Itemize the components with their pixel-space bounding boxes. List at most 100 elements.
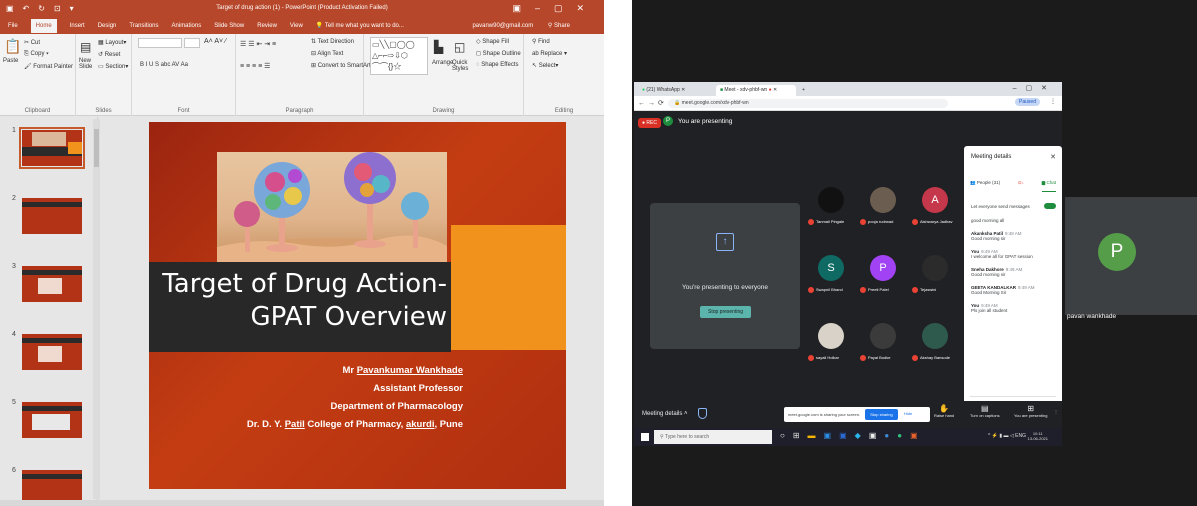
stop-presenting-button[interactable]: Stop presenting [700, 306, 751, 318]
slide-thumbnail-3[interactable] [22, 266, 82, 302]
current-slide[interactable]: Target of Drug Action- GPAT Overview Mr … [149, 122, 566, 489]
meet-icon: ■ [720, 87, 724, 93]
copy-button[interactable]: ⎘ Copy ▾ [24, 51, 49, 58]
quick-styles-icon[interactable]: ◱ [454, 40, 465, 54]
tab-insert[interactable]: Insert [70, 23, 85, 29]
font-size-select[interactable] [184, 38, 200, 48]
captions-button[interactable]: ▤ Turn on captions [970, 404, 1000, 418]
align-text-button[interactable]: ⊟ Align Text [311, 50, 343, 57]
smartart-button[interactable]: ⊞ Convert to SmartArt [311, 62, 371, 69]
quick-styles-button[interactable]: Quick Styles [452, 60, 474, 72]
meeting-details-panel: Meeting details ✕ 👥 People (31) ⊙↓ ▆ Cha… [964, 146, 1062, 416]
tab-transitions[interactable]: Transitions [129, 23, 158, 29]
tell-me-box[interactable]: 💡 Tell me what you want to do... [316, 22, 417, 29]
layout-button[interactable]: ▦ Layout▾ [98, 39, 126, 46]
stop-sharing-button[interactable]: Stop sharing [865, 409, 898, 420]
tab-slide-show[interactable]: Slide Show [214, 23, 244, 29]
arrange-icon[interactable]: ▙ [434, 40, 443, 54]
tab-view[interactable]: View [290, 23, 303, 29]
shield-icon[interactable] [698, 408, 707, 419]
participant-tile[interactable]: Tejaswini [912, 241, 958, 303]
new-tab-button[interactable]: + [798, 85, 809, 96]
activities-icon[interactable]: ⊙↓ [1018, 180, 1024, 192]
panel-tabs: 👥 People (31) ⊙↓ ▆ Chat [970, 180, 1056, 192]
font-name-select[interactable] [138, 38, 182, 48]
tab-review[interactable]: Review [257, 23, 277, 29]
presentation-tile: ↑ You're presenting to everyone Stop pre… [650, 203, 800, 349]
new-slide-button[interactable]: New Slide [79, 58, 95, 70]
participant-tile[interactable]: Payal Bodke [860, 309, 906, 371]
address-bar: ←→⟳ 🔒 meet.google.com/xdv-phbf-wn Paused… [634, 96, 1062, 111]
close-icon[interactable]: ✕ [1050, 153, 1056, 161]
slide-thumbnail-5[interactable] [22, 402, 82, 438]
slides-group: ▤ New Slide ▦ Layout▾ ↺ Reset ▭ Section▾… [76, 34, 132, 116]
panel-title: Meeting details [971, 154, 1012, 160]
participant-tile[interactable]: sayali Holkar [808, 309, 854, 371]
tab-file[interactable]: File [8, 23, 18, 29]
account-area[interactable]: pavanw90@gmail.com ⚲ Share [472, 22, 583, 29]
slide-thumbnail-1[interactable] [19, 127, 85, 169]
slide-title[interactable]: Target of Drug Action- GPAT Overview [149, 268, 447, 334]
present-icon: ⊞ [1027, 404, 1035, 413]
participant-tile[interactable]: Akshay Bansode [912, 309, 958, 371]
chat-permission-toggle[interactable] [1044, 203, 1056, 209]
tab-meet[interactable]: ■ Meet - xdv-phbf-wn ● ✕ [716, 85, 796, 96]
taskbar-clock[interactable]: 10:11 13-06-2021 [1028, 431, 1048, 441]
mic-off-icon [912, 355, 918, 361]
find-button[interactable]: ⚲ Find [532, 38, 550, 45]
shapes-gallery[interactable]: ▭╲╲▢◯◯ △⌐⌐⇨⇩⬡ ⌒⌒{}☆ [370, 37, 428, 75]
paste-button[interactable]: Paste [3, 58, 18, 64]
select-button[interactable]: ↖ Select▾ [532, 62, 558, 69]
reset-button[interactable]: ↺ Reset [98, 51, 120, 58]
nav-buttons[interactable]: ←→⟳ [638, 99, 667, 107]
tab-design[interactable]: Design [98, 23, 117, 29]
participant-name: Swapnil Bhand [808, 287, 860, 293]
participant-tile[interactable]: S Swapnil Bhand [808, 241, 854, 303]
font-grow-shrink[interactable]: A˄ A˅ ⁄ [204, 38, 226, 45]
replace-button[interactable]: ab Replace ▾ [532, 50, 567, 57]
url-field[interactable]: 🔒 meet.google.com/xdv-phbf-wn [668, 99, 948, 108]
participant-tile[interactable]: P Preeti Patel [860, 241, 906, 303]
section-button[interactable]: ▭ Section▾ [98, 63, 128, 70]
clipboard-group: 📋 Paste ✂ Cut ⎘ Copy ▾ 🖌 Format Painter … [0, 34, 76, 116]
tab-home[interactable]: Home [30, 18, 57, 33]
system-tray[interactable]: ^ ⚡ ▮ ▬ ◁ ENG [988, 433, 1026, 439]
thumbnail-scrollbar[interactable] [93, 119, 100, 499]
shape-effects-button[interactable]: ◌ Shape Effects [476, 62, 518, 68]
participant-tile[interactable]: pooja rudrwad [860, 173, 906, 235]
taskbar-search[interactable]: ⚲ Type here to search [654, 430, 772, 444]
slide-thumbnail-4[interactable] [22, 334, 82, 370]
present-screen-icon: ↑ [716, 233, 734, 251]
align-buttons[interactable]: ≡ ≡ ≡ ≡ ☰ [240, 62, 270, 70]
tab-chat[interactable]: ▆ Chat [1041, 180, 1056, 192]
slide-subtitle[interactable]: Mr Pavankumar Wankhade Assistant Profess… [247, 362, 463, 434]
cut-button[interactable]: ✂ Cut [24, 39, 40, 46]
tab-whatsapp[interactable]: ● (21) WhatsApp ✕ [638, 85, 712, 96]
list-buttons[interactable]: ☰ ☰ ⇤ ⇥ ≡ [240, 40, 276, 48]
paste-icon[interactable]: 📋 [4, 38, 21, 55]
browser-window-controls[interactable]: –▢✕ [1013, 84, 1056, 92]
windows-start-icon[interactable] [641, 433, 649, 441]
meeting-details-button[interactable]: Meeting details ˄ [642, 411, 688, 417]
format-painter-button[interactable]: 🖌 Format Painter [24, 63, 73, 70]
present-button[interactable]: ⊞ You are presenting [1014, 404, 1047, 418]
slide-thumbnail-2[interactable] [22, 198, 82, 234]
arrange-button[interactable]: Arrange [432, 60, 453, 66]
more-options-icon[interactable]: ⋮ [1054, 409, 1058, 414]
text-direction-button[interactable]: ⇅ Text Direction [311, 38, 354, 45]
author-line: Mr Pavankumar Wankhade [342, 365, 463, 376]
taskbar-apps[interactable]: ○⊞▬▣▣◆▣●●▣ [780, 431, 926, 440]
participant-tile[interactable]: Tanmali Pingale [808, 173, 854, 235]
new-slide-icon[interactable]: ▤ [80, 40, 91, 54]
raise-hand-button[interactable]: ✋ Raise hand [934, 404, 954, 418]
hide-button[interactable]: Hide [904, 411, 912, 416]
window-controls[interactable]: ▣–▢✕ [512, 3, 598, 14]
shape-fill-button[interactable]: ◇ Shape Fill [476, 38, 509, 45]
shape-outline-button[interactable]: ◻ Shape Outline [476, 50, 521, 57]
participant-tile[interactable]: A Aishwarya Jadhav [912, 173, 958, 235]
tab-animations[interactable]: Animations [172, 23, 202, 29]
tab-people[interactable]: 👥 People (31) [970, 180, 1000, 192]
profile-paused-button[interactable]: Paused [1015, 98, 1040, 106]
menu-icon[interactable]: ⋮ [1050, 98, 1059, 105]
font-format-row[interactable]: B I U S abc AV Aa [140, 62, 188, 68]
